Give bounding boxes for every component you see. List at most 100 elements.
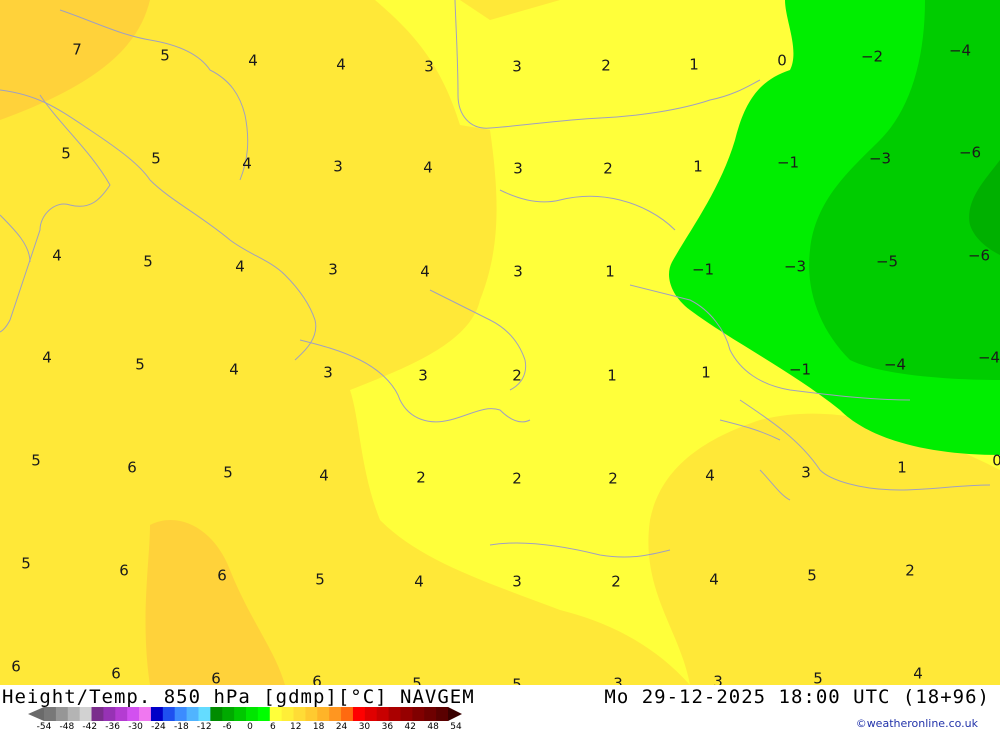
legend-tick: -30 [128, 722, 143, 732]
temperature-label: 5 [223, 464, 233, 482]
temperature-label: 4 [420, 263, 430, 281]
temperature-label: 4 [235, 258, 245, 276]
temperature-label: 4 [336, 56, 346, 74]
legend-swatch [246, 707, 259, 721]
temperature-label: 1 [897, 459, 907, 477]
temperature-label: 3 [513, 263, 523, 281]
map-canvas: 7 5 4 4 3 3 2 1 0 −2 −4 5 5 4 3 4 3 2 1 −1 −3 −6 4 5 4 3 4 3 1 −1 −3 −5… [0, 0, 1000, 685]
temperature-label: 4 [242, 155, 252, 173]
legend-tick: -24 [151, 722, 166, 732]
temperature-label: 2 [601, 57, 611, 75]
legend-swatch [162, 707, 176, 721]
temperature-label: 0 [777, 52, 787, 70]
temperature-label: 3 [801, 464, 811, 482]
map-valid-time: Mo 29-12-2025 18:00 UTC (18+96) [604, 686, 990, 708]
credit-link[interactable]: ©weatheronline.co.uk [856, 717, 978, 730]
temperature-label: 2 [512, 367, 522, 385]
legend-max-arrow [448, 707, 462, 721]
legend-tick: -6 [222, 722, 232, 732]
temperature-label: 3 [512, 573, 522, 591]
legend-tick: 30 [358, 722, 371, 732]
temperature-label: 5 [512, 676, 522, 686]
legend-swatch [55, 707, 69, 721]
temperature-label: 6 [312, 673, 322, 686]
map-title: Height/Temp. 850 hPa [gdmp][°C] NAVGEM [2, 686, 475, 708]
legend-swatch [364, 707, 378, 721]
temperature-label: 2 [512, 470, 522, 488]
legend-swatch [281, 707, 295, 721]
legend-tick: 54 [450, 722, 462, 732]
legend-swatch [127, 707, 140, 721]
legend-tick: 48 [427, 722, 439, 732]
legend-swatch [376, 707, 390, 721]
legend-tick: -54 [36, 722, 52, 732]
temperature-label: 3 [333, 158, 343, 176]
temperature-label: −1 [789, 361, 811, 379]
legend-tick: -42 [82, 722, 98, 732]
temperature-label: 1 [701, 364, 711, 382]
temperature-label: 5 [160, 47, 170, 65]
temperature-label: 4 [913, 665, 923, 683]
legend-tick: 12 [290, 722, 302, 732]
temperature-label: 2 [611, 573, 621, 591]
legend-swatch [341, 707, 354, 721]
legend-swatch [210, 707, 223, 721]
temperature-label: −6 [959, 144, 981, 162]
legend-swatch [198, 707, 211, 721]
temperature-label: −1 [692, 261, 714, 279]
legend-swatch [234, 707, 247, 721]
temperature-label: −4 [949, 42, 971, 60]
legend-swatch [115, 707, 128, 721]
temperature-label: 6 [111, 665, 121, 683]
temperature-label: 2 [603, 160, 613, 178]
temperature-label: −3 [869, 150, 891, 168]
temperature-label: 4 [709, 571, 719, 589]
temperature-label: 1 [693, 158, 703, 176]
legend-swatch [412, 707, 425, 721]
legend-swatch [388, 707, 401, 721]
temperature-label: 4 [414, 573, 424, 591]
legend-swatch [186, 707, 199, 721]
temperature-label: 5 [135, 356, 145, 374]
temperature-label: 3 [713, 673, 723, 686]
temperature-label: 4 [423, 159, 433, 177]
temperature-label: 5 [21, 555, 31, 573]
legend-tick: -12 [196, 722, 212, 732]
temperature-label: 2 [608, 470, 618, 488]
temperature-label: −3 [784, 258, 806, 276]
temperature-label: 3 [613, 675, 623, 686]
legend-tick: 6 [270, 722, 276, 732]
temperature-label: 0 [992, 452, 1000, 470]
temperature-label: 2 [905, 562, 915, 580]
temperature-label: 1 [689, 56, 699, 74]
legend-tick: 0 [247, 722, 253, 732]
temperature-label: 4 [248, 52, 258, 70]
legend-swatch [139, 707, 152, 721]
legend-swatch [436, 707, 449, 721]
legend-swatch [44, 707, 57, 721]
temperature-label: 5 [143, 253, 153, 271]
legend-tick-labels: -54 -48 -42 -36 -30 -24 -18 -12 -6 0 6 12 18 24 30 36 42… [0, 722, 500, 734]
temperature-label: −2 [861, 48, 883, 66]
temperature-label: −1 [777, 154, 799, 172]
legend-swatch [174, 707, 188, 721]
temperature-label: 5 [813, 670, 823, 686]
legend-swatch [67, 707, 81, 721]
temperature-label: 4 [42, 349, 52, 367]
temperature-label: 4 [52, 247, 62, 265]
temperature-label: 5 [31, 452, 41, 470]
temperature-label: 3 [328, 261, 338, 279]
legend-tick: -48 [59, 722, 75, 732]
temperature-label: 5 [315, 571, 325, 589]
temperature-label: 4 [229, 361, 239, 379]
legend-swatch [352, 707, 366, 721]
legend-swatch [317, 707, 330, 721]
temp-band-3-5-southeast [648, 413, 1000, 685]
temperature-label: 3 [513, 160, 523, 178]
temperature-label: 1 [607, 367, 617, 385]
legend-min-arrow [28, 707, 44, 721]
temperature-label: 3 [512, 58, 522, 76]
legend-tick: -18 [173, 722, 189, 732]
temperature-label: −5 [876, 253, 898, 271]
legend-swatch [79, 707, 93, 721]
